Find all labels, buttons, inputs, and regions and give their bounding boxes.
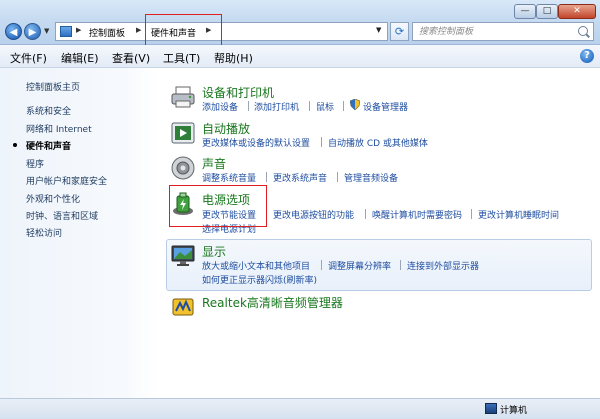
category-title[interactable]: 显示: [202, 243, 226, 260]
search-box[interactable]: [412, 22, 594, 41]
menu-bar: 文件(F) 编辑(E) 查看(V) 工具(T) 帮助(H): [0, 45, 600, 68]
breadcrumb-chevron-icon[interactable]: ▶: [136, 26, 141, 34]
category-power-options: 电源选项 更改节能设置 更改电源按钮的功能 唤醒计算机时需要密码 更改计算机睡眠…: [166, 191, 594, 235]
menu-view[interactable]: 查看(V): [112, 50, 150, 66]
link-autoplay-cd[interactable]: 自动播放 CD 或其他媒体: [328, 136, 428, 149]
link-add-printer[interactable]: 添加打印机: [254, 100, 299, 113]
printer-icon: [171, 86, 195, 108]
link-adjust-resolution[interactable]: 调整屏幕分辨率: [328, 259, 391, 272]
link-separator: [309, 101, 310, 111]
breadcrumb-control-panel[interactable]: 控制面板: [89, 26, 125, 39]
breadcrumb-chevron-icon[interactable]: ▶: [76, 26, 81, 34]
link-separator: [266, 172, 267, 182]
category-title[interactable]: 电源选项: [202, 191, 250, 208]
sidebar-item-programs[interactable]: 程序: [26, 157, 44, 170]
maximize-button[interactable]: □: [536, 4, 558, 19]
sidebar-item-user-accounts[interactable]: 用户帐户和家庭安全: [26, 174, 107, 187]
breadcrumb-chevron-icon[interactable]: ▶: [206, 26, 211, 34]
status-bar: 计算机: [0, 398, 600, 419]
forward-arrow-icon: ▶: [28, 27, 37, 38]
menu-tools[interactable]: 工具(T): [163, 50, 200, 66]
link-zoom-text[interactable]: 放大或缩小文本和其他项目: [202, 259, 310, 272]
link-choose-power-plan[interactable]: 选择电源计划: [202, 222, 256, 235]
menu-help[interactable]: 帮助(H): [214, 50, 253, 66]
back-button[interactable]: ◀: [5, 23, 22, 40]
close-button[interactable]: ✕: [558, 4, 596, 19]
link-mouse[interactable]: 鼠标: [316, 100, 334, 113]
category-realtek-audio: Realtek高清晰音频管理器: [166, 294, 594, 322]
link-separator: [365, 209, 366, 219]
battery-icon: [173, 192, 193, 215]
link-separator: [337, 172, 338, 182]
link-manage-audio-devices[interactable]: 管理音频设备: [344, 171, 398, 184]
sidebar-item-clock-region[interactable]: 时钟、语言和区域: [26, 209, 98, 222]
link-separator: [248, 101, 249, 111]
search-icon[interactable]: [578, 26, 588, 36]
status-location: 计算机: [500, 406, 528, 416]
computer-icon: [485, 403, 497, 414]
link-change-sleep-time[interactable]: 更改计算机睡眠时间: [478, 208, 559, 221]
sidebar-item-network[interactable]: 网络和 Internet: [26, 122, 92, 135]
category-display: 显示 放大或缩小文本和其他项目 调整屏幕分辨率 连接到外部显示器 如何更正显示器…: [166, 243, 594, 287]
address-bar[interactable]: ▶ 控制面板 ▶ 硬件和声音 ▶: [55, 22, 388, 41]
realtek-icon: [172, 298, 194, 316]
link-separator: [471, 209, 472, 219]
category-title[interactable]: Realtek高清晰音频管理器: [202, 294, 343, 311]
link-separator: [400, 260, 401, 270]
address-dropdown-icon[interactable]: ▼: [376, 26, 381, 34]
link-change-default-media-settings[interactable]: 更改媒体或设备的默认设置: [202, 136, 310, 149]
link-separator: [266, 209, 267, 219]
search-input[interactable]: [419, 25, 569, 38]
back-arrow-icon: ◀: [9, 27, 18, 38]
link-change-power-saving[interactable]: 更改节能设置: [202, 208, 256, 221]
refresh-button[interactable]: ⟳: [390, 22, 409, 41]
category-title[interactable]: 声音: [202, 155, 226, 172]
category-autoplay: 自动播放 更改媒体或设备的默认设置 自动播放 CD 或其他媒体: [166, 120, 594, 152]
sidebar-item-system-security[interactable]: 系统和安全: [26, 104, 71, 117]
uac-shield-icon: [350, 99, 360, 110]
menu-edit[interactable]: 编辑(E): [61, 50, 99, 66]
link-add-device[interactable]: 添加设备: [202, 100, 238, 113]
autoplay-icon: [171, 122, 195, 144]
menu-file[interactable]: 文件(F): [10, 50, 47, 66]
link-change-system-sounds[interactable]: 更改系统声音: [273, 171, 327, 184]
sidebar-item-home[interactable]: 控制面板主页: [26, 80, 80, 93]
link-separator: [321, 260, 322, 270]
monitor-icon: [171, 245, 195, 266]
link-power-button-function[interactable]: 更改电源按钮的功能: [273, 208, 354, 221]
recent-pages-dropdown-icon[interactable]: ▼: [44, 27, 49, 35]
forward-button[interactable]: ▶: [24, 23, 41, 40]
current-item-bullet-icon: [13, 143, 17, 147]
link-connect-external-display[interactable]: 连接到外部显示器: [407, 259, 479, 272]
link-adjust-volume[interactable]: 调整系统音量: [202, 171, 256, 184]
link-separator: [343, 101, 344, 111]
link-fix-monitor-flicker[interactable]: 如何更正显示器闪烁(刷新率): [202, 273, 317, 286]
category-devices-printers: 设备和打印机 添加设备 添加打印机 鼠标 设备管理器: [166, 84, 594, 116]
category-sound: 声音 调整系统音量 更改系统声音 管理音频设备: [166, 155, 594, 187]
help-icon[interactable]: ?: [580, 49, 594, 63]
link-separator: [321, 137, 322, 147]
category-title[interactable]: 自动播放: [202, 120, 250, 137]
sidebar: 控制面板主页 系统和安全 网络和 Internet 硬件和声音 程序 用户帐户和…: [0, 68, 158, 398]
link-device-manager[interactable]: 设备管理器: [363, 100, 408, 113]
sidebar-item-ease-of-access[interactable]: 轻松访问: [26, 226, 62, 239]
minimize-button[interactable]: —: [514, 4, 536, 19]
sidebar-item-hardware-sound[interactable]: 硬件和声音: [26, 139, 71, 152]
link-require-password-on-wake[interactable]: 唤醒计算机时需要密码: [372, 208, 462, 221]
category-title[interactable]: 设备和打印机: [202, 84, 274, 101]
speaker-icon: [171, 156, 195, 180]
sidebar-item-appearance[interactable]: 外观和个性化: [26, 192, 80, 205]
control-panel-icon: [60, 26, 72, 37]
title-address-bar: — □ ✕ ◀ ▶ ▼ ▶ 控制面板 ▶ 硬件和声音 ▶ ▼ ⟳: [0, 0, 600, 45]
refresh-icon: ⟳: [394, 25, 405, 38]
breadcrumb-hardware-sound[interactable]: 硬件和声音: [151, 26, 196, 39]
